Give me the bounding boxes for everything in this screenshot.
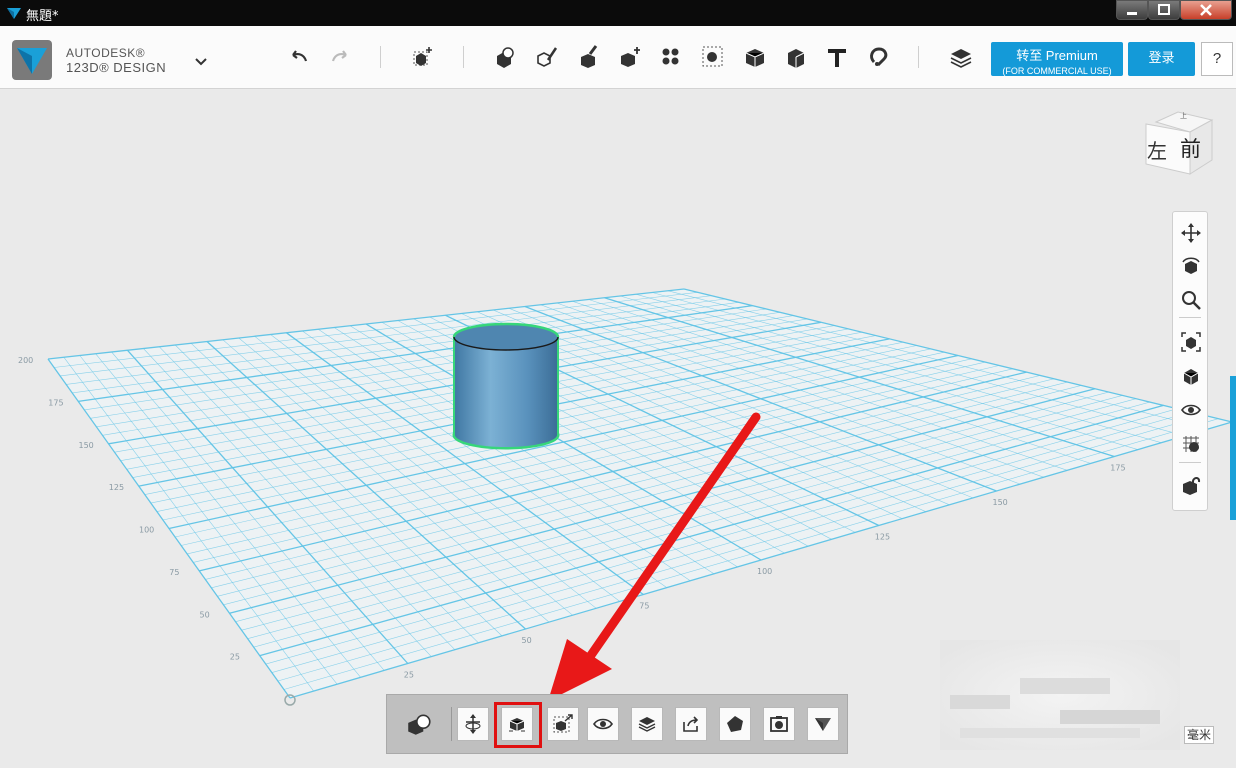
brand-line2: 123D® DESIGN (66, 60, 167, 75)
snap-mode-icon[interactable] (1180, 474, 1202, 496)
grid-plane (48, 289, 1232, 698)
solid-icon (727, 716, 743, 732)
export-icon (683, 716, 699, 732)
viewcube-front-label[interactable]: 前 (1180, 137, 1201, 161)
zoom-icon[interactable] (1180, 289, 1202, 311)
close-button[interactable] (1180, 0, 1232, 20)
grid-axis-label: 150 (993, 498, 1008, 507)
material-icon[interactable] (783, 44, 809, 70)
move-button[interactable] (457, 707, 489, 741)
view-cube[interactable]: 上 左 前 (1142, 110, 1214, 178)
grid-axis-label: 175 (48, 398, 63, 407)
cylinder-model[interactable] (452, 322, 560, 450)
visibility-button[interactable] (587, 707, 619, 741)
autodesk-logo-icon (12, 40, 52, 80)
grid-axis-label: 125 (109, 483, 124, 492)
brand-icon (815, 718, 831, 731)
grid-axis-label: 100 (757, 567, 772, 576)
viewcube-top-label[interactable]: 上 (1180, 111, 1187, 120)
pattern-icon[interactable] (617, 44, 643, 70)
grid-axis-label: 50 (522, 636, 532, 645)
layers-icon (638, 717, 656, 732)
premium-button[interactable]: 转至 Premium (FOR COMMERCIAL USE) (991, 42, 1123, 76)
main-toolbar: AUTODESK® 123D® DESIGN 转至 Premium (FOR C… (0, 26, 1236, 89)
move-icon (465, 714, 481, 734)
grid-axis-label: 50 (200, 610, 210, 619)
blurred-watermark (940, 640, 1180, 750)
sketch-icon[interactable] (492, 44, 518, 70)
app-logo-icon (7, 8, 21, 19)
measure-icon[interactable] (742, 44, 768, 70)
grid-axis-label: 200 (18, 356, 33, 365)
window-title: 無題* (26, 9, 59, 24)
pan-icon[interactable] (1180, 222, 1202, 244)
capture-button[interactable] (763, 707, 795, 741)
help-button[interactable]: ? (1201, 42, 1233, 76)
snap-icon[interactable] (866, 44, 892, 70)
premium-sublabel: (FOR COMMERCIAL USE) (1002, 66, 1112, 76)
construct-icon[interactable] (534, 44, 560, 70)
brand-button[interactable] (807, 707, 839, 741)
bottom-toolbar (386, 694, 848, 754)
modify-icon[interactable] (576, 44, 602, 70)
grid-axis-label: 25 (230, 653, 240, 662)
grid-axis-label: 175 (1110, 464, 1125, 473)
viewcube-left-label[interactable]: 左 (1147, 139, 1167, 163)
grid-axis-label: 100 (139, 526, 154, 535)
capture-icon (770, 716, 788, 732)
toolbar-divider (380, 46, 381, 68)
fit-icon[interactable] (1180, 331, 1202, 353)
text-icon[interactable] (824, 44, 850, 70)
undo-icon[interactable] (286, 44, 312, 70)
login-button[interactable]: 登录 (1128, 42, 1195, 76)
grid-axis-label: 75 (639, 602, 649, 611)
group-icon[interactable] (658, 44, 684, 70)
3d-viewport[interactable]: 200 175 150 125 100 75 50 25 25 50 75 100 125 150 175 … (0, 89, 1236, 768)
window-title-bar: 無題* (0, 0, 1236, 26)
export-button[interactable] (675, 707, 707, 741)
grid-axis-label: 75 (169, 568, 179, 577)
side-panel-tab[interactable] (1230, 376, 1236, 520)
minimize-button[interactable] (1116, 0, 1148, 20)
highlight-box (494, 702, 542, 748)
primitives-icon[interactable] (410, 44, 436, 70)
toolbar-divider (463, 46, 464, 68)
grid-material-icon[interactable] (1180, 433, 1202, 455)
redo-icon[interactable] (327, 44, 353, 70)
premium-label: 转至 Premium (1016, 48, 1098, 63)
grid-axis-label: 150 (79, 441, 94, 450)
layers-icon[interactable] (948, 44, 974, 70)
combine-icon[interactable] (700, 44, 726, 70)
maximize-button[interactable] (1148, 0, 1180, 20)
grid-axis-label: 25 (404, 671, 414, 680)
brand-line1: AUTODESK® (66, 46, 146, 60)
scale-button[interactable] (547, 707, 579, 741)
visibility-icon[interactable] (1180, 399, 1202, 421)
orbit-icon[interactable] (1180, 255, 1202, 277)
solid-button[interactable] (719, 707, 751, 741)
visibility-icon (593, 718, 613, 730)
shape-select-icon[interactable] (405, 711, 433, 739)
view-cube-icon[interactable] (1180, 365, 1202, 387)
units-label[interactable]: 毫米 (1184, 726, 1214, 744)
layers-button[interactable] (631, 707, 663, 741)
chevron-down-icon[interactable] (192, 54, 210, 68)
navigation-bar (1172, 211, 1208, 511)
grid-axis-label: 125 (875, 533, 890, 542)
scale-icon (553, 714, 573, 733)
toolbar-divider (918, 46, 919, 68)
